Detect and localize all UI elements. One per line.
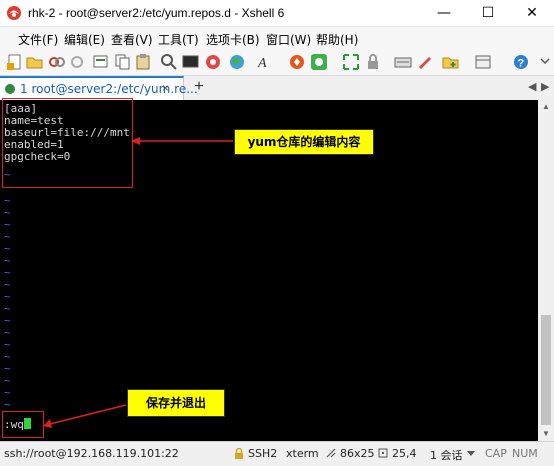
menu-bar: 文件(F) 编辑(E) 查看(V) 工具(T) 选项卡(B) 窗口(W) 帮助(… [0, 27, 554, 49]
help-icon[interactable]: ? [512, 53, 530, 71]
script-icon[interactable] [288, 53, 306, 71]
tab-session[interactable]: 1 root@server2:/etc/yum.re... × [0, 76, 198, 100]
globe-icon[interactable] [228, 53, 246, 71]
find-icon[interactable] [160, 53, 178, 71]
terminal-type: xterm [286, 447, 319, 460]
window-title: rhk-2 - root@server2:/etc/yum.repos.d - … [28, 6, 285, 20]
fullscreen-icon[interactable] [342, 53, 360, 71]
svg-text:?: ? [518, 58, 525, 70]
xftp-icon[interactable] [310, 53, 328, 71]
svg-text:A: A [257, 56, 267, 71]
cursor-position-icon [378, 448, 388, 458]
ssh-lock-icon [235, 448, 243, 459]
cursor-position: 25,4 [392, 447, 417, 460]
empty-line-tilde: ~ [4, 398, 11, 411]
menu-tools[interactable]: 工具(T) [158, 31, 199, 48]
reconnect-icon[interactable] [68, 53, 86, 71]
keyboard-icon[interactable] [394, 53, 412, 71]
terminal-size: 86x25 [340, 447, 375, 460]
title-bar: rhk-2 - root@server2:/etc/yum.repos.d - … [0, 0, 554, 27]
font-color-icon[interactable] [204, 53, 222, 71]
num-lock-indicator: NUM [512, 447, 538, 460]
minimize-button[interactable]: — [422, 0, 466, 26]
scroll-down-icon[interactable]: ▼ [542, 429, 550, 438]
menu-file[interactable]: 文件(F) [18, 31, 58, 48]
session-count: 1 会话 [430, 449, 463, 462]
add-tab-button[interactable]: + [190, 78, 208, 96]
menu-tabs[interactable]: 选项卡(B) [206, 31, 260, 48]
properties-icon[interactable] [92, 53, 110, 71]
sessions-dropdown-icon[interactable] [467, 451, 475, 457]
tab-next-icon[interactable]: ▶ [541, 80, 549, 93]
menu-help[interactable]: 帮助(H) [316, 31, 358, 48]
add-tab-icon[interactable] [442, 53, 460, 71]
caps-lock-indicator: CAP [485, 447, 507, 460]
terminal-scrollbar[interactable]: ▲ ▼ [538, 100, 554, 441]
lock-icon[interactable] [364, 53, 382, 71]
session-lock-icon [5, 84, 15, 94]
font-icon[interactable]: A [256, 53, 274, 71]
open-folder-icon[interactable] [26, 53, 44, 71]
command-highlight-box [2, 411, 44, 438]
layout-icon[interactable] [474, 53, 492, 71]
maximize-button[interactable]: ☐ [466, 0, 510, 26]
menu-view[interactable]: 查看(V) [111, 31, 153, 48]
tab-prev-icon[interactable]: ◀ [528, 80, 536, 93]
disconnect-icon[interactable] [48, 53, 66, 71]
copy-icon[interactable] [114, 53, 132, 71]
save-quit-callout: 保存并退出 [127, 389, 225, 417]
tab-session-label: 1 root@server2:/etc/yum.re... [20, 82, 198, 96]
toolbar: A ? [0, 49, 554, 76]
scroll-thumb[interactable] [541, 315, 551, 425]
edit-content-callout: yum仓库的编辑内容 [234, 129, 374, 155]
config-highlight-box [2, 98, 133, 188]
menu-window[interactable]: 窗口(W) [266, 31, 311, 48]
toolbar-overflow-icon[interactable] [536, 53, 554, 71]
paste-icon[interactable] [134, 53, 152, 71]
scroll-up-icon[interactable]: ▲ [542, 102, 550, 111]
close-button[interactable]: ✕ [510, 0, 554, 26]
compose-icon[interactable] [416, 53, 434, 71]
status-bar: ssh://root@192.168.119.101:22 SSH2 xterm… [0, 441, 554, 466]
protocol-label: SSH2 [248, 447, 278, 460]
connection-address: ssh://root@192.168.119.101:22 [4, 447, 179, 460]
tab-close-button[interactable]: × [162, 81, 169, 95]
menu-edit[interactable]: 编辑(E) [64, 31, 105, 48]
resize-icon [326, 448, 336, 458]
new-session-icon[interactable] [6, 53, 24, 71]
xshell-logo-icon [7, 6, 21, 20]
terminal-screen-icon[interactable] [182, 53, 200, 71]
